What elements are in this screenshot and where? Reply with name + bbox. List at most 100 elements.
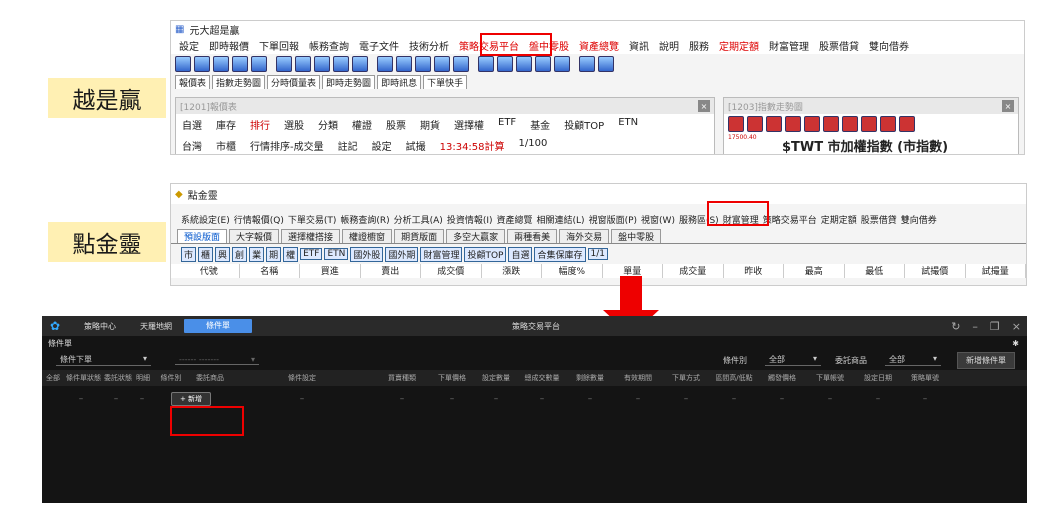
menu-item[interactable]: 策略交易平台 — [763, 213, 817, 226]
index-toolbar-icon[interactable] — [766, 116, 782, 132]
column-header[interactable]: 下單方式 — [662, 373, 710, 383]
tab-item[interactable]: 選擇權搭接 — [281, 229, 341, 243]
column-header[interactable]: 明細 — [132, 373, 152, 383]
new-conditional-order-button[interactable]: 新增條件單 — [957, 351, 1015, 369]
tab-item[interactable]: 即時訊息 — [377, 75, 422, 89]
menu-item[interactable]: 下單交易(T) — [288, 213, 337, 226]
tab-item[interactable]: 分時價量表 — [267, 75, 321, 89]
toolbar-button[interactable]: 權 — [283, 246, 299, 262]
toolbar-button[interactable]: 投顧TOP — [464, 246, 507, 262]
toolbar-icon[interactable] — [415, 56, 431, 72]
menu-item[interactable]: 設定 — [179, 38, 199, 53]
menu-item[interactable]: 資產總覽 — [497, 213, 533, 226]
column-header[interactable]: 下單價格 — [430, 373, 474, 383]
close-icon[interactable]: × — [698, 100, 710, 112]
tab-item[interactable]: 即時走勢圖 — [322, 75, 376, 89]
order-type-select[interactable]: 條件下單 ▾ — [56, 354, 151, 366]
filter-item[interactable]: 設定 — [372, 138, 392, 153]
index-toolbar-icon[interactable] — [785, 116, 801, 132]
index-toolbar-icon[interactable] — [728, 116, 744, 132]
quote-tab[interactable]: 庫存 — [216, 117, 236, 132]
toolbar-button[interactable]: 期 — [266, 246, 282, 262]
menu-item[interactable]: 行情報價(Q) — [234, 213, 284, 226]
menu-item[interactable]: 相關連結(L) — [537, 213, 585, 226]
quote-tab[interactable]: 投顧TOP — [564, 117, 604, 132]
column-header[interactable]: 委託商品 — [190, 373, 230, 383]
toolbar-button[interactable]: 業 — [249, 246, 265, 262]
menu-item[interactable]: 帳務查詢(R) — [340, 213, 389, 226]
index-toolbar-icon[interactable] — [861, 116, 877, 132]
toolbar-button[interactable]: 自選 — [508, 246, 533, 262]
menu-item[interactable]: 服務 — [689, 38, 709, 53]
sub-type-select[interactable]: ------ ------- ▾ — [175, 355, 259, 365]
tab-item[interactable]: 大字報價 — [229, 229, 280, 243]
index-toolbar-icon[interactable] — [804, 116, 820, 132]
toolbar-icon[interactable] — [598, 56, 614, 72]
index-toolbar-icon[interactable] — [899, 116, 915, 132]
menu-item[interactable]: 帳務查詢 — [309, 38, 349, 53]
quote-tab[interactable]: 自選 — [182, 117, 202, 132]
nav-tianluo[interactable]: 天羅地網 — [128, 321, 184, 332]
toolbar-icon[interactable] — [497, 56, 513, 72]
menu-item[interactable]: 視窗(W) — [641, 213, 675, 226]
toolbar-button[interactable]: 興 — [215, 246, 231, 262]
toolbar-icon[interactable] — [478, 56, 494, 72]
filter-item[interactable]: 13:34:58計算 — [440, 138, 505, 153]
pin-icon[interactable]: ✱ — [1012, 339, 1019, 348]
tab-item[interactable]: 報價表 — [175, 75, 211, 89]
tab-item[interactable]: 指數走勢圖 — [212, 75, 266, 89]
toolbar-button[interactable]: 財富管理 — [420, 246, 463, 262]
column-header[interactable]: 觸發價格 — [758, 373, 806, 383]
index-toolbar-icon[interactable] — [842, 116, 858, 132]
column-header[interactable]: 下單帳號 — [806, 373, 854, 383]
filter-item[interactable]: 註記 — [338, 138, 358, 153]
toolbar-icon[interactable] — [251, 56, 267, 72]
menu-item[interactable]: 資產總覽 — [579, 38, 619, 53]
menu-item[interactable]: 資訊 — [629, 38, 649, 53]
index-toolbar-icon[interactable] — [747, 116, 763, 132]
menu-item[interactable]: 系統設定(E) — [181, 213, 230, 226]
toolbar-button[interactable]: 1/1 — [587, 248, 608, 260]
quote-tab[interactable]: ETF — [498, 117, 516, 132]
menu-item[interactable]: 財富管理 — [769, 38, 809, 53]
toolbar-icon[interactable] — [453, 56, 469, 72]
toolbar-icon[interactable] — [516, 56, 532, 72]
minimize-icon[interactable]: – — [972, 320, 978, 333]
tab-item[interactable]: 預設版面 — [177, 229, 228, 243]
filter-item[interactable]: 1/100 — [519, 138, 548, 153]
tab-item[interactable]: 期貨版面 — [394, 229, 445, 243]
quote-tab[interactable]: 股票 — [386, 117, 406, 132]
filter-item[interactable]: 市櫃 — [216, 138, 236, 153]
toolbar-icon[interactable] — [333, 56, 349, 72]
category-select[interactable]: 全部 ▾ — [765, 354, 821, 366]
menu-item[interactable]: 定期定額 — [719, 38, 759, 53]
menu-item[interactable]: 股票借貸 — [819, 38, 859, 53]
column-header[interactable]: 條件設定 — [230, 373, 374, 383]
toolbar-button[interactable]: 市 — [181, 246, 197, 262]
menu-item[interactable]: 雙向借券 — [901, 213, 937, 226]
toolbar-button[interactable]: 國外股 — [350, 246, 384, 262]
toolbar-button[interactable]: 國外期 — [385, 246, 419, 262]
tab-item[interactable]: 下單快手 — [423, 75, 468, 89]
column-header[interactable]: 全部 — [42, 373, 62, 383]
toolbar-icon[interactable] — [554, 56, 570, 72]
item-select[interactable]: 全部 ▾ — [885, 354, 941, 366]
menu-item[interactable]: 即時報價 — [209, 38, 249, 53]
quote-tab[interactable]: 選股 — [284, 117, 304, 132]
menu-item[interactable]: 股票借貸 — [861, 213, 897, 226]
quote-tab[interactable]: 權證 — [352, 117, 372, 132]
column-header[interactable]: 條件別 — [152, 373, 190, 383]
toolbar-icon[interactable] — [579, 56, 595, 72]
column-header[interactable]: 有效期間 — [614, 373, 662, 383]
tab-item[interactable]: 海外交易 — [559, 229, 610, 243]
quote-tab[interactable]: 期貨 — [420, 117, 440, 132]
toolbar-icon[interactable] — [434, 56, 450, 72]
toolbar-button[interactable]: 櫃 — [198, 246, 214, 262]
toolbar-icon[interactable] — [175, 56, 191, 72]
toolbar-button[interactable]: 創 — [232, 246, 248, 262]
toolbar-icon[interactable] — [352, 56, 368, 72]
nav-conditional-order[interactable]: 條件單 — [184, 319, 252, 333]
quote-tab[interactable]: 排行 — [250, 117, 270, 132]
add-button[interactable]: + 新增 — [170, 392, 212, 406]
toolbar-icon[interactable] — [194, 56, 210, 72]
